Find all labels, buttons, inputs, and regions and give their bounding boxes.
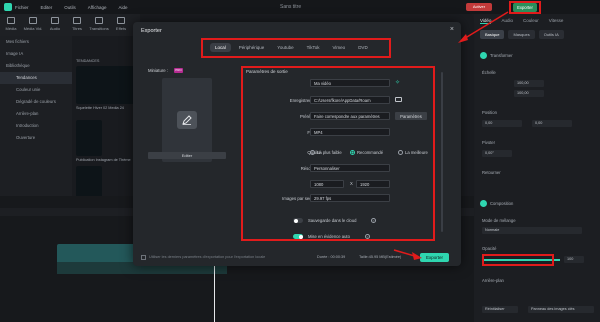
annotation-arrows	[393, 11, 509, 260]
